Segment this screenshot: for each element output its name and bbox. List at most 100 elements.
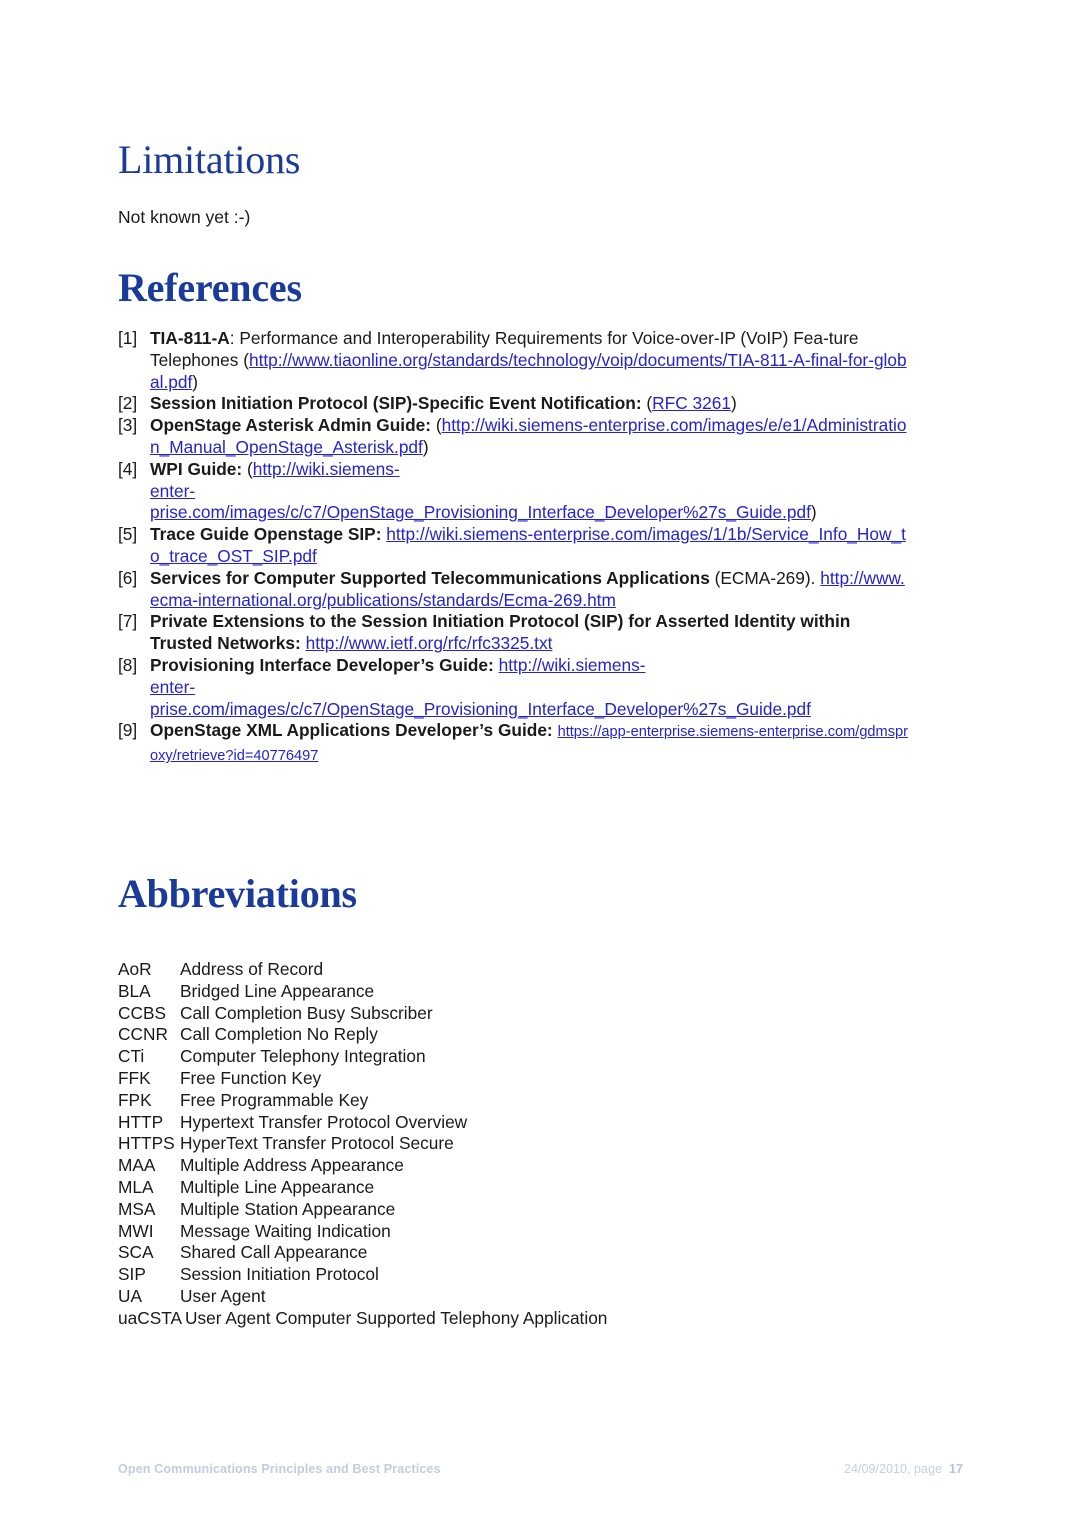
reference-title: Provisioning Interface Developer’s Guide… — [150, 654, 494, 675]
abbreviation-value: Bridged Line Appearance — [180, 980, 375, 1001]
reference-body: OpenStage XML Applications Developer’s G… — [150, 720, 908, 764]
abbreviation-row: CCNR Call Completion No Reply — [118, 1024, 838, 1046]
abbreviation-key: FPK — [118, 1089, 152, 1110]
reference-item: [4] WPI Guide: (http://wiki.siemens-enter… — [118, 459, 908, 524]
references-list: [1] TIA-811-A: Performance and Interopera… — [118, 328, 908, 768]
reference-item: [3] OpenStage Asterisk Admin Guide: (http… — [118, 415, 908, 459]
abbreviation-value: Multiple Address Appearance — [180, 1155, 404, 1176]
abbreviation-row: SIP Session Initiation Protocol — [118, 1264, 838, 1286]
reference-item: [8] Provisioning Interface Developer’s Gu… — [118, 655, 908, 720]
abbreviation-value: Hypertext Transfer Protocol Overview — [180, 1111, 468, 1132]
abbreviations-list: AoR Address of Record BLA Bridged Line Appe… — [118, 959, 838, 1330]
abbreviation-value: Call Completion No Reply — [180, 1024, 378, 1045]
abbreviation-row: MLA Multiple Line Appearance — [118, 1177, 838, 1199]
reference-title: OpenStage XML Applications Developer’s G… — [150, 720, 553, 741]
reference-item: [6] Services for Computer Supported Telec… — [118, 568, 908, 612]
abbreviation-row: FPK Free Programmable Key — [118, 1090, 838, 1112]
reference-tail: ) — [422, 436, 429, 457]
reference-item: [2] Session Initiation Protocol (SIP)-Spe… — [118, 393, 908, 415]
reference-body: Services for Computer Supported Telecomm… — [150, 568, 905, 610]
abbreviation-row: UA User Agent — [118, 1286, 838, 1308]
page-footer: Open Communications Principles and Best … — [118, 1462, 963, 1482]
reference-title: Session Initiation Protocol (SIP)-Specif… — [150, 393, 642, 414]
abbreviation-row: MWI Message Waiting Indication — [118, 1221, 838, 1243]
reference-link-part-1[interactable]: http://wiki.siemens- — [499, 655, 646, 675]
reference-body: WPI Guide: (http://wiki.siemens-enter-pr… — [150, 459, 908, 524]
reference-link-part-2[interactable]: enter- — [150, 677, 195, 697]
abbreviation-row: CCBS Call Completion Busy Subscriber — [118, 1003, 838, 1025]
document-page: Limitations Not known yet :-) References… — [0, 0, 1080, 1527]
abbreviation-value: Multiple Station Appearance — [180, 1198, 396, 1219]
abbreviation-row: MSA Multiple Station Appearance — [118, 1199, 838, 1221]
abbreviation-key: MWI — [118, 1220, 154, 1241]
abbreviation-key: HTTPS — [118, 1133, 175, 1154]
reference-tail: ) — [730, 393, 737, 414]
abbreviation-value: Message Waiting Indication — [180, 1220, 391, 1241]
reference-title: TIA-811-A — [150, 328, 230, 348]
reference-body: Private Extensions to the Session Initia… — [150, 611, 850, 653]
footer-date: 24/09/2010, page — [843, 1462, 942, 1476]
reference-body: Session Initiation Protocol (SIP)-Specif… — [150, 393, 737, 413]
reference-item: [1] TIA-811-A: Performance and Interopera… — [118, 328, 908, 393]
reference-title: WPI Guide: — [150, 458, 243, 479]
reference-title: Trace Guide Openstage SIP: — [150, 524, 382, 545]
abbreviation-key: CCBS — [118, 1002, 167, 1023]
reference-link[interactable]: RFC 3261 — [652, 393, 731, 413]
reference-title: Services for Computer Supported Telecomm… — [150, 567, 710, 588]
reference-link-part-3[interactable]: prise.com/images/c/c7/OpenStage_Provisio… — [150, 699, 811, 719]
reference-item: [7] Private Extensions to the Session Ini… — [118, 611, 908, 655]
abbreviation-row: HTTPS HyperText Transfer Protocol Secure — [118, 1133, 838, 1155]
abbreviation-key: CCNR — [118, 1024, 168, 1045]
reference-link-part-2[interactable]: enter- — [150, 481, 195, 501]
heading-references: References — [118, 265, 302, 310]
reference-number: [2] — [118, 393, 138, 414]
reference-subtitle: ( — [431, 415, 442, 436]
heading-limitations: Limitations — [118, 137, 301, 182]
abbreviation-value: Shared Call Appearance — [180, 1242, 368, 1263]
abbreviation-key: UA — [118, 1285, 143, 1306]
reference-link-part-1[interactable]: http://wiki.siemens- — [253, 459, 400, 479]
reference-link[interactable]: http://www.ietf.org/rfc/rfc3325.txt — [306, 633, 553, 653]
reference-body: Trace Guide Openstage SIP: http://wiki.s… — [150, 524, 906, 566]
reference-number: [3] — [118, 415, 138, 436]
reference-body: OpenStage Asterisk Admin Guide: (http://… — [150, 415, 906, 457]
abbreviation-row: CTi Computer Telephony Integration — [118, 1046, 838, 1068]
reference-body: TIA-811-A: Performance and Interoperabil… — [150, 328, 907, 392]
abbreviation-row: HTTP Hypertext Transfer Protocol Overview — [118, 1112, 838, 1134]
reference-tail: ) — [192, 371, 199, 392]
abbreviation-key: SCA — [118, 1242, 154, 1263]
abbreviation-key: uaCSTA — [118, 1307, 183, 1328]
abbreviation-row: MAA Multiple Address Appearance — [118, 1155, 838, 1177]
reference-number: [4] — [118, 458, 138, 479]
limitations-paragraph: Not known yet :-) — [118, 207, 251, 227]
abbreviation-value: Address of Record — [180, 959, 324, 979]
reference-subtitle: ( — [242, 458, 253, 479]
reference-link-part-3[interactable]: prise.com/images/c/c7/OpenStage_Provisio… — [150, 502, 811, 522]
abbreviation-row: AoR Address of Record — [118, 959, 838, 981]
footer-page-number: 17 — [948, 1462, 963, 1476]
reference-link[interactable]: http://www.tiaonline.org/standards/techn… — [150, 350, 907, 392]
reference-tail: ) — [810, 502, 817, 523]
abbreviation-value: User Agent — [180, 1285, 266, 1306]
abbreviation-value: Free Function Key — [180, 1067, 322, 1088]
abbreviation-key: HTTP — [118, 1111, 164, 1132]
reference-number: [8] — [118, 654, 138, 675]
reference-item: [9] OpenStage XML Applications Developer’… — [118, 720, 908, 768]
abbreviation-key: MLA — [118, 1176, 154, 1197]
abbreviation-row: BLA Bridged Line Appearance — [118, 981, 838, 1003]
heading-abbreviations: Abbreviations — [118, 871, 357, 916]
abbreviation-key: MSA — [118, 1198, 156, 1219]
abbreviation-key: BLA — [118, 980, 151, 1001]
abbreviation-key: FFK — [118, 1067, 151, 1088]
abbreviation-value: HyperText Transfer Protocol Secure — [180, 1133, 454, 1154]
abbreviation-row: FFK Free Function Key — [118, 1068, 838, 1090]
reference-number: [9] — [118, 720, 138, 741]
abbreviation-value: Call Completion Busy Subscriber — [180, 1002, 433, 1023]
footer-document-title: Open Communications Principles and Best … — [118, 1462, 441, 1476]
reference-title: OpenStage Asterisk Admin Guide: — [150, 415, 432, 436]
reference-number: [6] — [118, 567, 138, 588]
footer-page-info: 24/09/2010, page 17 — [844, 1462, 963, 1476]
reference-item: [5] Trace Guide Openstage SIP: http://wik… — [118, 524, 908, 568]
abbreviation-key: MAA — [118, 1155, 156, 1176]
reference-subtitle: ( — [641, 393, 653, 414]
